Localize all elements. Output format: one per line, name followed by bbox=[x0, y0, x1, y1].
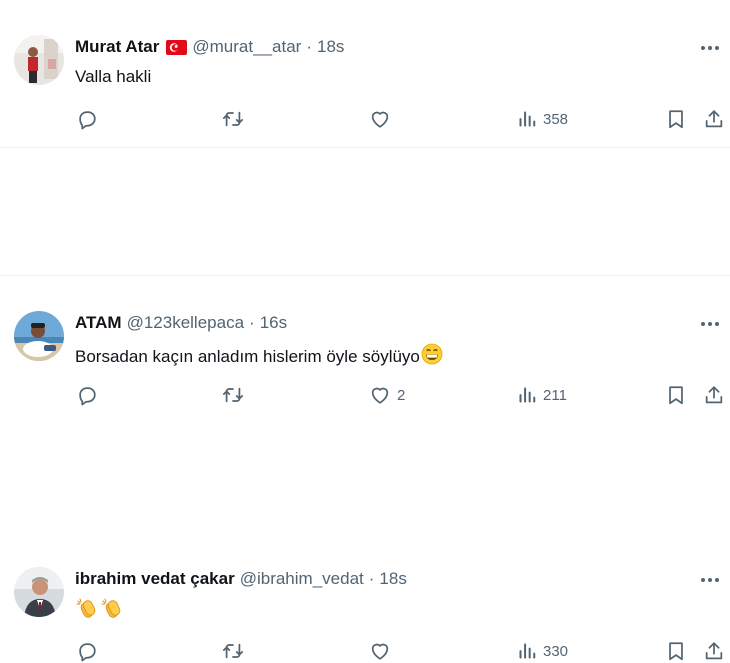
tweet-actions: 330 bbox=[0, 639, 730, 663]
like-button[interactable] bbox=[369, 639, 397, 663]
separator-dot: · bbox=[306, 37, 312, 56]
tweet[interactable]: ibrahim vedat çakar @ibrahim_vedat · 18s bbox=[0, 276, 730, 662]
share-icon bbox=[705, 642, 723, 660]
bookmark-button[interactable] bbox=[665, 639, 687, 663]
display-name[interactable]: ibrahim vedat çakar bbox=[75, 569, 235, 589]
bookmark-icon bbox=[669, 110, 683, 129]
retweet-icon bbox=[222, 111, 244, 127]
heart-icon bbox=[371, 111, 389, 128]
tweet-feed: Murat Atar @murat__atar · 18s Valla hakl… bbox=[0, 0, 730, 662]
more-dots-icon[interactable] bbox=[698, 570, 722, 590]
view-count: 358 bbox=[543, 110, 569, 128]
clapping-hands-icon bbox=[76, 597, 100, 626]
views-bar-chart-icon bbox=[519, 111, 536, 127]
timestamp[interactable]: 18s bbox=[379, 569, 406, 589]
user-handle[interactable]: @ibrahim_vedat bbox=[240, 569, 364, 589]
avatar[interactable] bbox=[14, 567, 64, 617]
retweet-button[interactable] bbox=[221, 107, 245, 131]
turkey-flag-icon bbox=[166, 39, 188, 55]
separator-dot: · bbox=[368, 569, 375, 588]
more-dots-icon[interactable] bbox=[698, 38, 722, 58]
retweet-button[interactable] bbox=[221, 639, 245, 663]
view-count: 330 bbox=[543, 642, 569, 660]
reply-button[interactable] bbox=[76, 639, 98, 663]
retweet-icon bbox=[222, 643, 244, 659]
tweet-header: ibrahim vedat çakar @ibrahim_vedat · 18s bbox=[75, 569, 407, 589]
tweet-text-content: Valla hakli bbox=[75, 67, 152, 86]
tweet-header: Murat Atar @murat__atar · 18s bbox=[75, 37, 344, 57]
tweet[interactable]: ATAM @123kellepaca · 16s Borsadan kaçın … bbox=[0, 148, 730, 406]
avatar[interactable] bbox=[14, 35, 64, 85]
bookmark-button[interactable] bbox=[665, 107, 687, 131]
reply-icon bbox=[79, 643, 96, 662]
display-name[interactable]: Murat Atar bbox=[75, 37, 159, 57]
views-bar-chart-icon bbox=[519, 643, 536, 659]
share-button[interactable] bbox=[703, 639, 725, 663]
share-icon bbox=[705, 110, 723, 128]
tweet[interactable]: Murat Atar @murat__atar · 18s Valla hakl… bbox=[0, 0, 730, 147]
bookmark-icon bbox=[669, 642, 683, 661]
clapping-hands-icon bbox=[101, 597, 125, 626]
tweet-text bbox=[75, 597, 125, 626]
user-handle[interactable]: @murat__atar bbox=[192, 37, 301, 57]
like-button[interactable] bbox=[369, 107, 397, 131]
reply-icon bbox=[79, 111, 96, 130]
reply-button[interactable] bbox=[76, 107, 98, 131]
heart-icon bbox=[371, 643, 389, 660]
tweet-actions: 358 bbox=[0, 107, 730, 131]
share-button[interactable] bbox=[703, 107, 725, 131]
timestamp[interactable]: 18s bbox=[317, 37, 344, 57]
tweet-text: Valla hakli bbox=[75, 67, 151, 87]
views-button[interactable]: 358 bbox=[517, 107, 568, 131]
views-button[interactable]: 330 bbox=[517, 639, 568, 663]
